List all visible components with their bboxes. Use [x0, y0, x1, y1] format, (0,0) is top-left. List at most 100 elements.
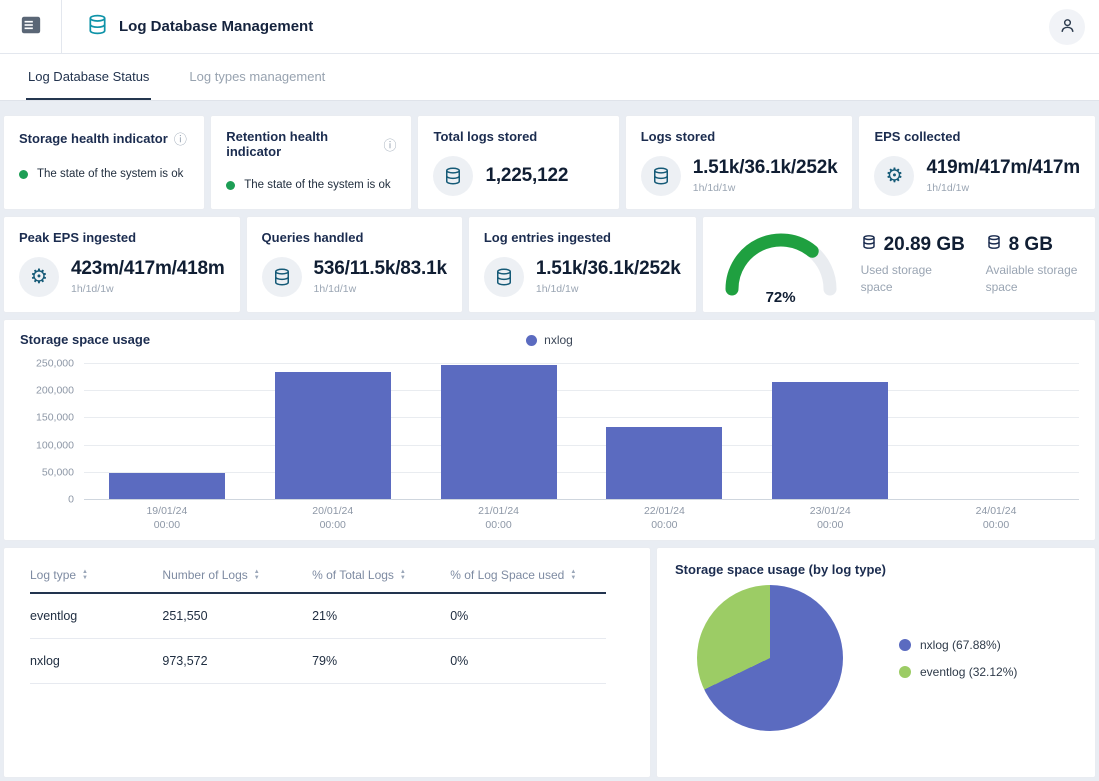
table-cell: 0% — [450, 639, 605, 684]
storage-health-card: Storage health indicator ⓘ The state of … — [3, 115, 205, 210]
gauge-fill — [732, 240, 812, 289]
legend-label: eventlog (32.12%) — [920, 665, 1017, 679]
column-header-number-of-logs[interactable]: Number of Logs▲▼ — [162, 554, 312, 593]
bar[interactable] — [109, 473, 225, 499]
storage-by-log-type-card: Storage space usage (by log type) nxlog … — [656, 547, 1096, 778]
bar-xlabels-row: 19/01/2400:0020/01/2400:0021/01/2400:002… — [20, 504, 1079, 532]
stat-row: 536/11.5k/83.1k 1h/1d/1w — [262, 257, 447, 297]
sort-icon[interactable]: ▲▼ — [570, 569, 576, 582]
table-cell: 79% — [312, 639, 450, 684]
stat-value: 419m/417m/417m — [926, 158, 1080, 179]
card-title-text: Queries handled — [262, 230, 364, 245]
y-axis-label: 100,000 — [36, 439, 74, 451]
bar-xlabels: 19/01/2400:0020/01/2400:0021/01/2400:002… — [84, 504, 1079, 532]
eps-collected-card: EPS collected ⚙ 419m/417m/417m 1h/1d/1w — [858, 115, 1096, 210]
sort-icon[interactable]: ▲▼ — [82, 569, 88, 582]
status-text: The state of the system is ok — [37, 168, 183, 180]
gear-database-icon: ⚙ — [874, 156, 914, 196]
info-icon[interactable]: ⓘ — [174, 129, 187, 148]
card-title: Queries handled — [262, 230, 447, 245]
sort-icon[interactable]: ▲▼ — [400, 569, 406, 582]
peak-eps-ingested-card: Peak EPS ingested ⚙ 423m/417m/418m 1h/1d… — [3, 216, 241, 313]
stat-period: 1h/1d/1w — [71, 283, 225, 295]
card-title-text: EPS collected — [874, 129, 960, 144]
tab-bar: Log Database Status Log types management — [0, 54, 1099, 101]
card-title-text: Peak EPS ingested — [19, 230, 136, 245]
gridline — [84, 499, 1079, 500]
y-axis-label: 0 — [68, 494, 74, 506]
card-title-text: Storage health indicator — [19, 131, 168, 146]
bar-legend[interactable]: nxlog — [20, 333, 1079, 347]
y-axis-label: 250,000 — [36, 358, 74, 370]
x-axis-label: 23/01/2400:00 — [747, 504, 913, 532]
pie-legend-item[interactable]: nxlog (67.88%) — [899, 638, 1017, 652]
database-icon — [641, 156, 681, 196]
bottom-row: Log type▲▼Number of Logs▲▼% of Total Log… — [3, 547, 1096, 778]
legend-label: nxlog (67.88%) — [920, 638, 1001, 652]
x-axis-label: 21/01/2400:00 — [416, 504, 582, 532]
card-title: Peak EPS ingested — [19, 230, 225, 245]
bar-ylabels: 250,000200,000150,000100,00050,0000 — [20, 363, 84, 499]
bar-slot — [416, 363, 582, 499]
card-title: Storage health indicator ⓘ — [19, 129, 189, 148]
pie-legend: nxlog (67.88%) eventlog (32.12%) — [899, 638, 1017, 679]
sidebar-toggle-button[interactable] — [0, 0, 62, 53]
pie-chart-title-text: Storage space usage (by log type) — [675, 562, 886, 577]
logs-stored-card: Logs stored 1.51k/36.1k/252k 1h/1d/1w — [625, 115, 854, 210]
user-menu-button[interactable] — [1049, 9, 1085, 45]
bar[interactable] — [441, 365, 557, 499]
used-storage-value: 20.89 GB — [884, 234, 965, 256]
tab-log-types-management[interactable]: Log types management — [187, 54, 327, 100]
card-title: Log entries ingested — [484, 230, 681, 245]
stat-period: 1h/1d/1w — [314, 283, 447, 295]
database-icon — [484, 257, 524, 297]
x-axis-label: 24/01/2400:00 — [913, 504, 1079, 532]
x-axis-label: 22/01/2400:00 — [581, 504, 747, 532]
stat-period: 1h/1d/1w — [926, 182, 1080, 194]
stat-cards-row-2: Peak EPS ingested ⚙ 423m/417m/418m 1h/1d… — [3, 216, 1096, 313]
column-header--of-log-space-used[interactable]: % of Log Space used▲▼ — [450, 554, 605, 593]
card-title: Total logs stored — [433, 129, 603, 144]
stat-value: 1.51k/36.1k/252k — [536, 259, 681, 280]
storage-space-usage-chart-card: Storage space usage nxlog 250,000200,000… — [3, 319, 1096, 541]
available-storage-label: Available storage space — [986, 262, 1091, 294]
card-title-text: Retention health indicator — [226, 129, 377, 159]
storage-usage-gauge-card: 72% 20.89 GB Used storage space — [702, 216, 1096, 313]
column-header--of-total-logs[interactable]: % of Total Logs▲▼ — [312, 554, 450, 593]
main-content: Storage health indicator ⓘ The state of … — [0, 101, 1099, 781]
page-title: Log Database Management — [119, 18, 313, 35]
bar[interactable] — [275, 372, 391, 499]
available-storage-value: 8 GB — [1009, 234, 1053, 256]
status-ok-dot — [19, 170, 28, 179]
pie-legend-item[interactable]: eventlog (32.12%) — [899, 665, 1017, 679]
column-header-log-type[interactable]: Log type▲▼ — [30, 554, 162, 593]
chart-header: Storage space usage nxlog — [20, 332, 1079, 347]
app-title-group: Log Database Management — [86, 13, 313, 41]
pie[interactable] — [697, 585, 843, 731]
pie-chart-title: Storage space usage (by log type) — [675, 562, 1077, 577]
table-cell: nxlog — [30, 639, 162, 684]
bar-slot — [84, 363, 250, 499]
card-title: Logs stored — [641, 129, 838, 144]
bar-slot — [581, 363, 747, 499]
bar-legend-label: nxlog — [544, 333, 573, 347]
info-icon[interactable]: ⓘ — [383, 135, 396, 154]
bar[interactable] — [606, 427, 722, 499]
sort-icon[interactable]: ▲▼ — [254, 569, 260, 582]
retention-health-card: Retention health indicator ⓘ The state o… — [210, 115, 412, 210]
card-title-text: Total logs stored — [433, 129, 537, 144]
table-cell: 251,550 — [162, 593, 312, 639]
database-icon — [433, 156, 473, 196]
tab-log-database-status[interactable]: Log Database Status — [26, 54, 151, 100]
disk-stack-icon — [861, 234, 877, 256]
person-icon — [1059, 17, 1076, 37]
stat-row: ⚙ 423m/417m/418m 1h/1d/1w — [19, 257, 225, 297]
stat-row: 1,225,122 — [433, 156, 603, 196]
total-logs-stored-card: Total logs stored 1,225,122 — [417, 115, 619, 210]
stat-value: 1.51k/36.1k/252k — [693, 158, 838, 179]
y-axis-label: 50,000 — [42, 466, 74, 478]
stat-cards-row-1: Storage health indicator ⓘ The state of … — [3, 115, 1096, 210]
table-cell: 0% — [450, 593, 605, 639]
health-status: The state of the system is ok — [19, 168, 189, 180]
bar[interactable] — [772, 382, 888, 500]
